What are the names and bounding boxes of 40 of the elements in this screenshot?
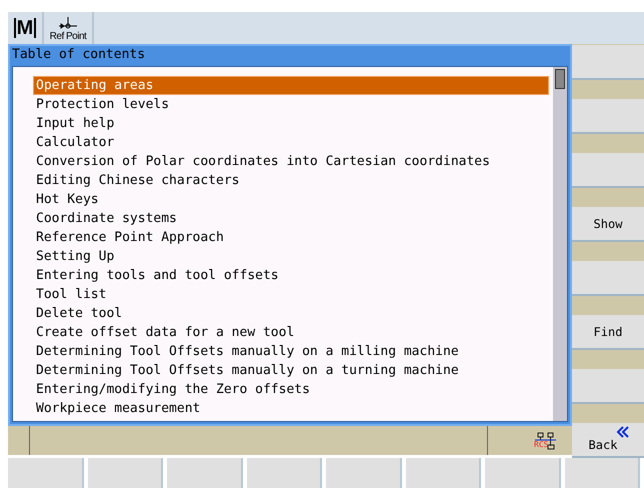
softkey[interactable] [572, 45, 644, 80]
softkey[interactable]: Find [572, 315, 644, 350]
softkey[interactable] [406, 458, 481, 488]
contents-item[interactable]: Tool list [33, 285, 549, 304]
softkey[interactable] [572, 261, 644, 296]
contents-item[interactable]: Determining Tool Offsets manually on a turning machine [33, 361, 549, 380]
softkey[interactable] [485, 458, 560, 488]
contents-item[interactable]: Calculator [33, 133, 549, 152]
contents-item[interactable]: Operating areas [33, 76, 549, 95]
contents-item[interactable]: Protection levels [33, 95, 549, 114]
softkey[interactable] [572, 369, 644, 404]
contents-item[interactable]: Reference Point Approach [33, 228, 549, 247]
scrollbar[interactable] [553, 67, 567, 421]
ref-point-icon [57, 17, 79, 31]
contents-item[interactable]: Workpiece measurement [33, 399, 549, 418]
softkey[interactable] [8, 458, 84, 488]
softkey[interactable] [326, 458, 402, 488]
contents-item[interactable]: Create offset data for a new tool [33, 323, 549, 342]
contents-item[interactable]: Input help [33, 114, 549, 133]
softkey[interactable] [246, 458, 322, 488]
contents-item[interactable]: Determining Tool Offsets manually on a milling machine [33, 342, 549, 361]
softkey[interactable] [564, 458, 640, 488]
contents-item[interactable]: Entering tools and tool offsets [33, 266, 549, 285]
contents-item[interactable]: Conversion of Polar coordinates into Cartesian coordinates [33, 152, 549, 171]
softkey[interactable] [572, 99, 644, 134]
softkey[interactable]: Show [572, 207, 644, 242]
contents-item[interactable]: Hot Keys [33, 190, 549, 209]
softkey[interactable]: Back [572, 423, 644, 458]
contents-item[interactable]: Editing Chinese characters [33, 171, 549, 190]
rcs-label: RCS [534, 440, 548, 448]
softkey[interactable] [572, 153, 644, 188]
double-chevron-icon [616, 426, 630, 438]
scrollbar-thumb[interactable] [555, 69, 565, 89]
contents-item[interactable]: Entering/modifying the Zero offsets [33, 380, 549, 399]
softkey[interactable] [167, 458, 242, 488]
contents-item[interactable]: Setting Up [33, 247, 549, 266]
contents-item[interactable]: Coordinate systems [33, 209, 549, 228]
contents-item[interactable]: Delete tool [33, 304, 549, 323]
softkey[interactable] [88, 458, 163, 488]
dialog-title: Table of contents [11, 46, 146, 64]
